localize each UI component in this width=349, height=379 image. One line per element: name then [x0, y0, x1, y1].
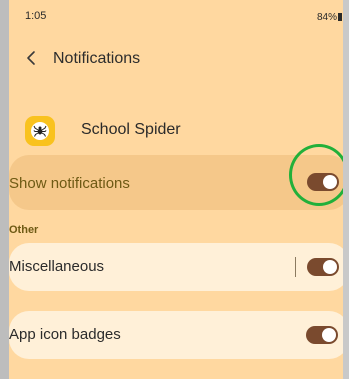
show-notifications-label: Show notifications: [9, 175, 130, 192]
toggle-knob: [322, 328, 336, 342]
app-icon: [25, 116, 55, 146]
status-bar: 1:05 84%: [9, 0, 349, 28]
app-icon-badges-row[interactable]: App icon badges: [9, 311, 349, 359]
toggle-knob: [323, 260, 337, 274]
screen-edge: [343, 0, 349, 379]
chevron-left-icon[interactable]: [23, 50, 39, 66]
miscellaneous-label: Miscellaneous: [9, 258, 105, 275]
battery-status: 84%: [317, 12, 342, 23]
status-time: 1:05: [25, 10, 47, 22]
app-icon-badges-label: App icon badges: [9, 326, 121, 343]
app-name: School Spider: [81, 121, 181, 138]
page-title: Notifications: [53, 50, 141, 67]
settings-screen: 1:05 84% Notifications School Spider Sho…: [9, 0, 349, 379]
section-header-other: Other: [9, 224, 39, 236]
highlight-circle: [289, 144, 349, 206]
battery-percent: 84%: [316, 12, 337, 23]
miscellaneous-toggle[interactable]: [307, 258, 339, 276]
app-icon-badges-toggle[interactable]: [306, 326, 338, 344]
header: Notifications: [9, 40, 349, 76]
miscellaneous-row[interactable]: Miscellaneous: [9, 243, 349, 291]
spider-icon: [33, 125, 47, 137]
app-info-row: School Spider: [9, 113, 349, 149]
battery-icon: [338, 13, 342, 21]
divider: [295, 257, 296, 277]
